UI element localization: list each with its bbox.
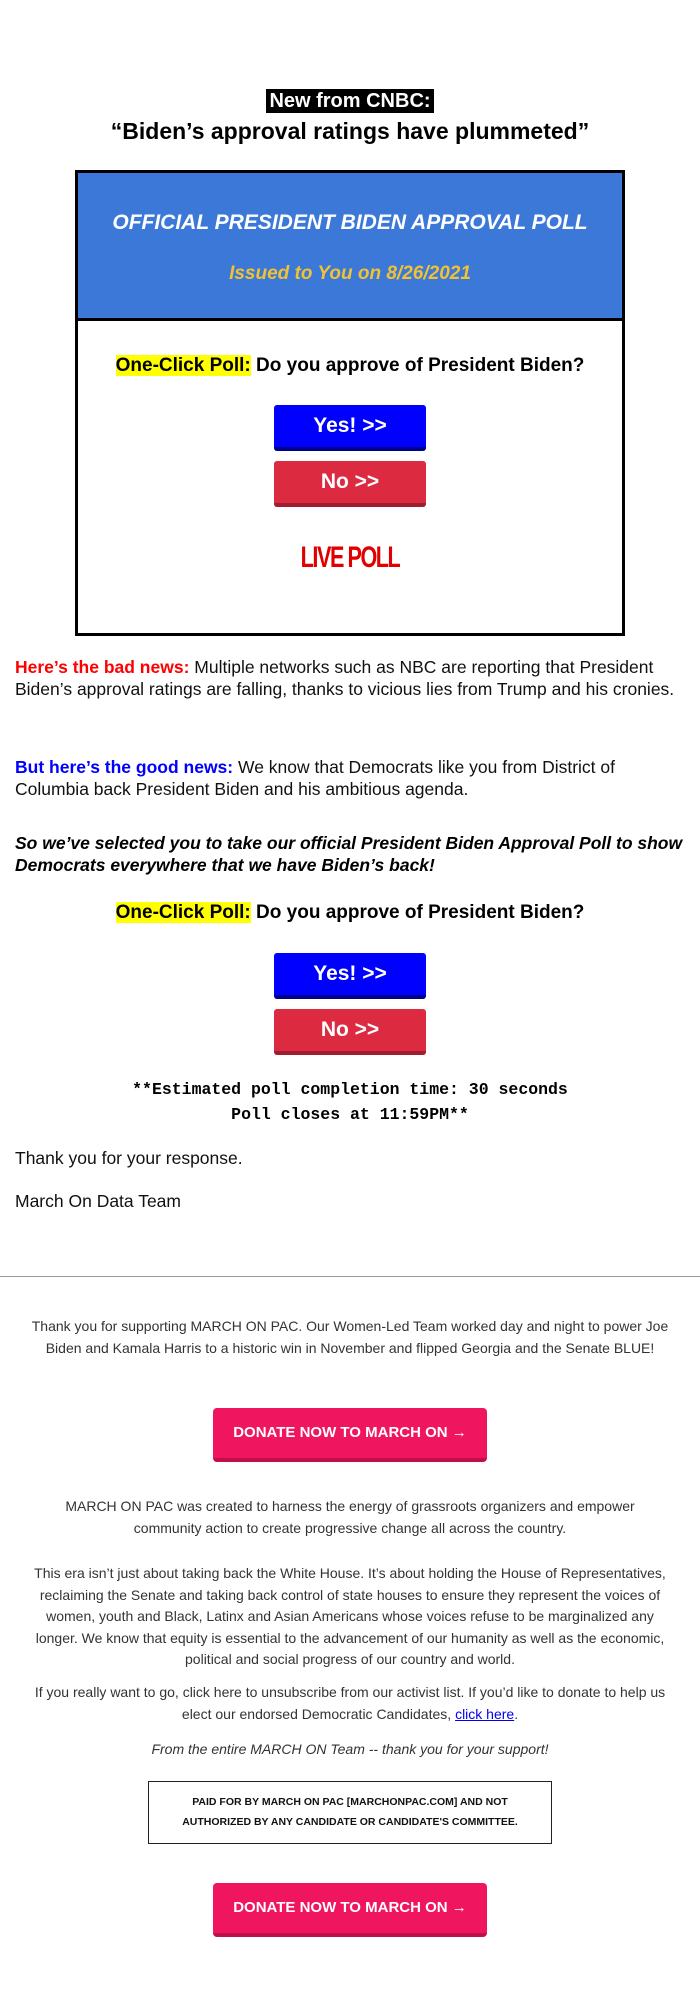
unsubscribe-text: If you really want to go, click here to … [34,1684,666,1722]
live-poll-logo: LIVE POLL [300,541,401,574]
bad-news-paragraph: Here’s the bad news: Multiple networks s… [15,656,685,700]
footer-team-thanks: From the entire MARCH ON Team -- thank y… [151,1741,549,1757]
click-here-link[interactable]: click here [455,1706,514,1722]
paid-for-disclaimer: PAID FOR BY MARCH ON PAC [MARCHONPAC.COM… [148,1781,552,1844]
footer-unsubscribe: If you really want to go, click here to … [30,1682,670,1725]
question-label-2: One-Click Poll: [115,902,251,923]
selected-paragraph: So we’ve selected you to take our offici… [15,833,683,875]
paid-line-2: AUTHORIZED BY ANY CANDIDATE OR CANDIDATE… [182,1816,518,1828]
unsubscribe-end: . [514,1705,519,1722]
footer-created: MARCH ON PAC was created to harness the … [65,1498,635,1536]
footer-thank-you: Thank you for supporting MARCH ON PAC. O… [31,1318,669,1356]
poll-header: OFFICIAL PRESIDENT BIDEN APPROVAL POLL I… [78,173,622,321]
estimate-line-1: **Estimated poll completion time: 30 sec… [132,1080,568,1099]
donate-button-2[interactable]: DONATE NOW TO MARCH ON → [213,1883,487,1937]
question-label: One-Click Poll: [115,355,251,376]
thanks-text: Thank you for your response. [15,1148,243,1168]
yes-button-2[interactable]: Yes! >> [274,953,426,999]
paid-line-1: PAID FOR BY MARCH ON PAC [MARCHONPAC.COM… [192,1796,508,1808]
signature: March On Data Team [15,1191,181,1211]
footer-era: This era isn’t just about taking back th… [34,1565,666,1667]
poll-question-2: One-Click Poll: Do you approve of Presid… [0,902,700,924]
question-text: Do you approve of President Biden? [250,355,585,376]
yes-button[interactable]: Yes! >> [274,405,426,451]
estimate-text: **Estimated poll completion time: 30 sec… [0,1077,700,1127]
donate-button[interactable]: DONATE NOW TO MARCH ON → [213,1408,487,1462]
headline: “Biden’s approval ratings have plummeted… [110,118,590,144]
no-button[interactable]: No >> [274,461,426,507]
question-text-2: Do you approve of President Biden? [250,902,585,923]
good-news-paragraph: But here’s the good news: We know that D… [15,756,685,800]
good-news-lead: But here’s the good news: [15,757,234,777]
poll-title: OFFICIAL PRESIDENT BIDEN APPROVAL POLL [112,211,588,234]
estimate-line-2: Poll closes at 11:59PM** [231,1105,469,1124]
poll-question: One-Click Poll: Do you approve of Presid… [0,355,700,377]
divider [0,1276,700,1277]
poll-issued-date: Issued to You on 8/26/2021 [229,263,471,284]
no-button-2[interactable]: No >> [274,1009,426,1055]
bad-news-lead: Here’s the bad news: [15,657,190,677]
source-tag: New from CNBC: [0,89,700,113]
